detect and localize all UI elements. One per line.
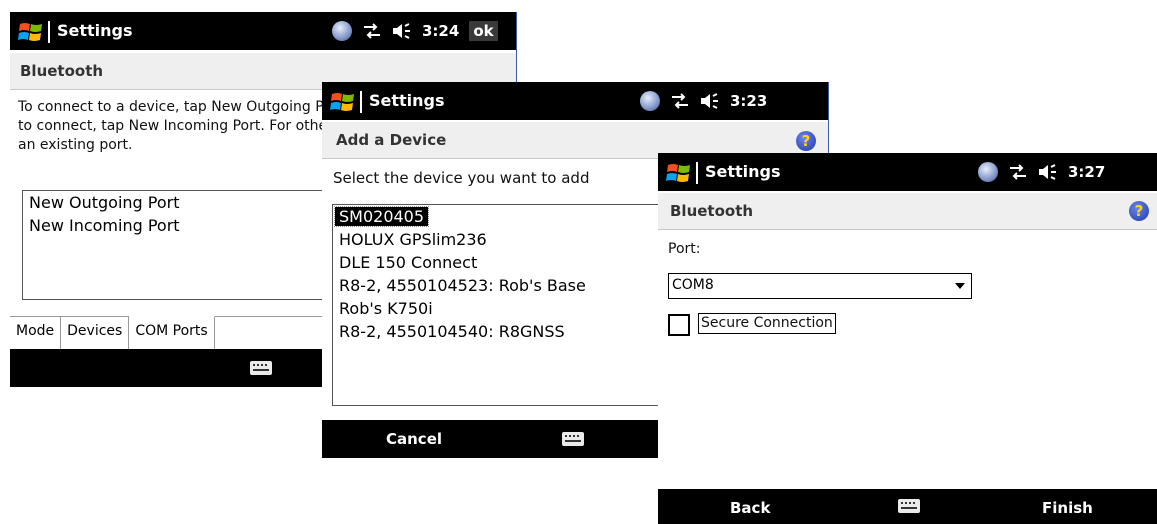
ok-button[interactable]: ok [469, 21, 498, 41]
title-separator [48, 21, 50, 43]
back-button[interactable]: Back [730, 499, 770, 517]
keyboard-icon[interactable] [562, 432, 584, 446]
tab-devices[interactable]: Devices [61, 317, 130, 349]
speaker-volume-icon[interactable] [392, 23, 412, 39]
port-dropdown[interactable]: COM8 [668, 273, 972, 299]
windows-flag-icon[interactable] [18, 21, 44, 43]
title-separator [360, 91, 362, 113]
chevron-down-icon [955, 283, 965, 289]
secure-connection-label[interactable]: Secure Connection [698, 313, 836, 334]
connectivity-arrows-icon[interactable] [670, 93, 690, 109]
cancel-button[interactable]: Cancel [386, 430, 442, 448]
bluetooth-icon[interactable] [978, 162, 998, 182]
page-title: Bluetooth [20, 62, 104, 80]
page-title: Bluetooth [670, 202, 754, 220]
port-value: COM8 [672, 277, 714, 293]
title-bar: Settings 3:27 [658, 153, 1157, 191]
title-bar: Settings 3:24 ok [10, 12, 516, 50]
title-bar: Settings 3:23 [322, 82, 828, 120]
status-icons: 3:24 ok [332, 20, 498, 42]
clock[interactable]: 3:24 [422, 22, 459, 40]
page-header: Bluetooth ? [658, 193, 1157, 230]
connectivity-arrows-icon[interactable] [1008, 164, 1028, 180]
window-title: Settings [705, 162, 781, 181]
window-title: Settings [57, 21, 133, 40]
status-icons: 3:27 [978, 161, 1105, 183]
speaker-volume-icon[interactable] [700, 93, 720, 109]
tab-com-ports[interactable]: COM Ports [129, 316, 215, 349]
tab-mode[interactable]: Mode [10, 317, 62, 349]
clock[interactable]: 3:23 [730, 92, 767, 110]
clock[interactable]: 3:27 [1068, 163, 1105, 181]
help-icon[interactable]: ? [1129, 201, 1149, 221]
windows-flag-icon[interactable] [330, 91, 356, 113]
finish-button[interactable]: Finish [1042, 499, 1093, 517]
softkey-bar: Back Finish [658, 489, 1157, 524]
windows-flag-icon[interactable] [666, 162, 692, 184]
speaker-volume-icon[interactable] [1038, 164, 1058, 180]
port-label: Port: [668, 241, 701, 257]
page-title: Add a Device [336, 131, 447, 149]
window-title: Settings [369, 91, 445, 110]
port-settings-window: Settings 3:27 Bluetooth ? Port: COM8 Sec… [658, 153, 1157, 524]
bluetooth-icon[interactable] [640, 91, 660, 111]
keyboard-icon[interactable] [898, 499, 920, 513]
selected-device[interactable]: SM020405 [333, 206, 430, 227]
help-icon[interactable]: ? [796, 131, 816, 151]
connectivity-arrows-icon[interactable] [362, 23, 382, 39]
bluetooth-icon[interactable] [332, 21, 352, 41]
instruction-text: Select the device you want to add [333, 169, 590, 187]
title-separator [696, 162, 698, 184]
keyboard-icon[interactable] [250, 361, 272, 375]
secure-connection-checkbox[interactable] [668, 314, 690, 336]
status-icons: 3:23 [640, 90, 767, 112]
